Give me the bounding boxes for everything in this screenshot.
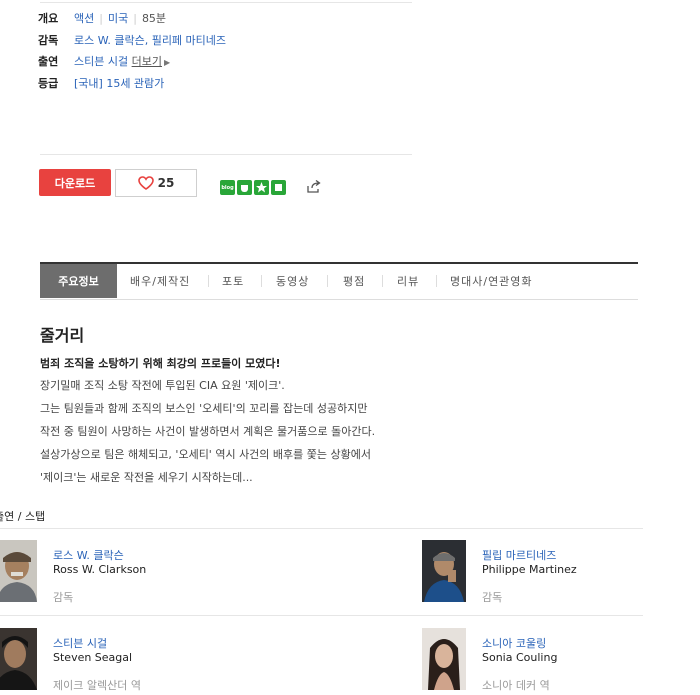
more-link[interactable]: 더보기 bbox=[132, 55, 162, 68]
cast-heading: 출연 / 스탭 bbox=[0, 510, 46, 523]
person-korean-name[interactable]: 로스 W. 클락슨 bbox=[53, 547, 124, 563]
tab-divider bbox=[261, 275, 262, 287]
synopsis-line: 그는 팀원들과 함께 조직의 보스인 '오세티'의 꼬리를 잡는데 성공하지만 bbox=[40, 402, 368, 415]
director-links[interactable]: 로스 W. 클락슨, 필리페 마티네즈 bbox=[74, 34, 226, 47]
tab-divider bbox=[382, 275, 383, 287]
synopsis-line: 장기밀매 조직 소탕 작전에 투입된 CIA 요원 '제이크'. bbox=[40, 379, 285, 392]
synopsis-line: 설상가상으로 팀은 해체되고, '오세티' 역시 사건의 배후를 쫓는 상황에서 bbox=[40, 448, 371, 461]
cast-row-divider bbox=[0, 615, 643, 616]
genre-link[interactable]: 액션 bbox=[74, 12, 94, 25]
overview-label: 개요 bbox=[38, 12, 59, 25]
person-role: 소니아 데커 역 bbox=[482, 679, 550, 692]
tab-cast-crew[interactable]: 배우/제작진 bbox=[130, 264, 190, 298]
rating-label: 등급 bbox=[38, 77, 59, 90]
country-link[interactable]: 미국 bbox=[108, 12, 128, 25]
tab-photo[interactable]: 포토 bbox=[222, 264, 244, 298]
person-korean-name[interactable]: 소니아 코울링 bbox=[482, 635, 546, 651]
tab-rating[interactable]: 평점 bbox=[343, 264, 365, 298]
person-english-name: Sonia Couling bbox=[482, 651, 558, 664]
square-share-icon[interactable] bbox=[271, 180, 286, 195]
tab-divider bbox=[436, 275, 437, 287]
info-divider bbox=[40, 154, 412, 155]
cast-divider bbox=[0, 528, 643, 529]
person-korean-name[interactable]: 스티븐 시걸 bbox=[53, 635, 107, 651]
person-role: 감독 bbox=[482, 591, 503, 604]
person-korean-name[interactable]: 필립 마르티네즈 bbox=[482, 547, 556, 563]
person-role: 감독 bbox=[53, 591, 74, 604]
cast-link[interactable]: 스티븐 시걸 bbox=[74, 55, 128, 68]
rating-value: [국내] 15세 관람가 bbox=[74, 77, 165, 90]
blog-share-icon[interactable]: blog bbox=[220, 180, 235, 195]
top-divider bbox=[40, 2, 412, 3]
tab-divider bbox=[327, 275, 328, 287]
runtime: 85분 bbox=[141, 12, 167, 25]
person-english-name: Philippe Martinez bbox=[482, 563, 577, 576]
like-count: 25 bbox=[157, 176, 175, 190]
tab-main-info[interactable]: 주요정보 bbox=[40, 264, 117, 298]
synopsis-heading: 줄거리 bbox=[40, 326, 85, 345]
avatar[interactable] bbox=[0, 628, 37, 690]
avatar[interactable] bbox=[422, 540, 466, 602]
tab-divider bbox=[208, 275, 209, 287]
synopsis-line: '제이크'는 새로운 작전을 세우기 시작하는데... bbox=[40, 471, 253, 484]
rating-row: 등급 [국내] 15세 관람가 bbox=[38, 77, 164, 91]
share-icon[interactable] bbox=[306, 180, 322, 194]
tab-review[interactable]: 리뷰 bbox=[397, 264, 419, 298]
person-english-name: Steven Seagal bbox=[53, 651, 133, 664]
share-icons: blog bbox=[220, 180, 286, 195]
tab-quotes-related[interactable]: 명대사/연관영화 bbox=[450, 264, 533, 298]
director-label: 감독 bbox=[38, 34, 59, 47]
director-row: 감독 로스 W. 클락슨, 필리페 마티네즈 bbox=[38, 34, 226, 48]
person-english-name: Ross W. Clarkson bbox=[53, 563, 147, 576]
cast-label: 출연 bbox=[38, 55, 59, 68]
cafe-share-icon[interactable] bbox=[237, 180, 252, 195]
person-role: 제이크 알렉산더 역 bbox=[53, 679, 141, 692]
chevron-right-icon: ▶ bbox=[163, 58, 171, 67]
synopsis-line: 작전 중 팀원이 사망하는 사건이 발생하면서 계획은 물거품으로 돌아간다. bbox=[40, 425, 376, 438]
overview-row: 개요 액션 | 미국 | 85분 bbox=[38, 12, 167, 25]
star-share-icon[interactable] bbox=[254, 180, 269, 195]
heart-icon bbox=[137, 176, 154, 190]
download-button[interactable]: 다운로드 bbox=[39, 169, 111, 196]
synopsis-lead: 범죄 조직을 소탕하기 위해 최강의 프로들이 모였다! bbox=[40, 357, 281, 370]
tab-video[interactable]: 동영상 bbox=[276, 264, 309, 298]
avatar[interactable] bbox=[422, 628, 466, 690]
like-button[interactable]: 25 bbox=[115, 169, 197, 197]
avatar[interactable] bbox=[0, 540, 37, 602]
cast-row: 출연 스티븐 시걸 더보기 ▶ bbox=[38, 55, 170, 70]
